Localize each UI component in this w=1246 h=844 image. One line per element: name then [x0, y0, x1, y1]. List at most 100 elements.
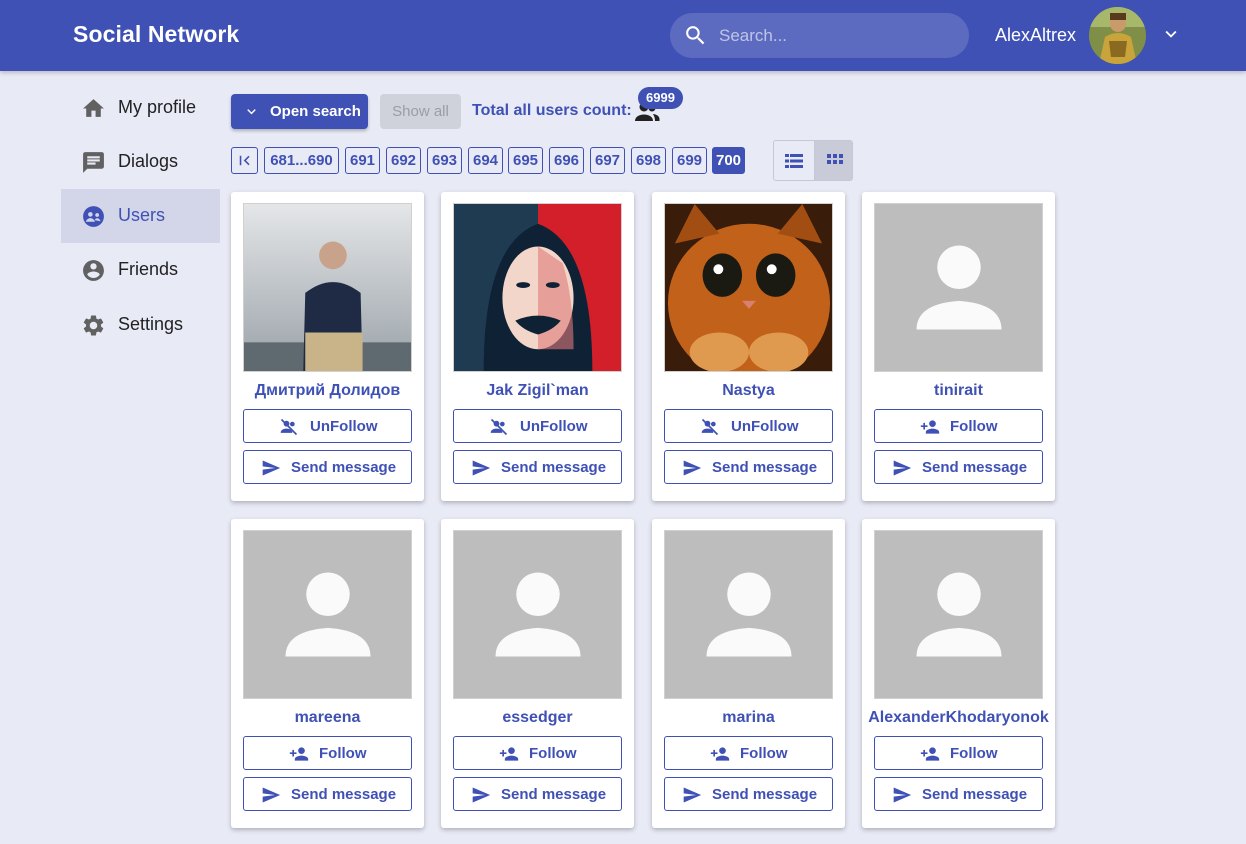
user-photo[interactable] [874, 530, 1043, 699]
user-avatar[interactable] [1089, 7, 1146, 64]
page-button-695[interactable]: 695 [508, 147, 543, 174]
follow-button[interactable]: Follow [874, 736, 1043, 770]
list-view-button[interactable] [774, 141, 814, 180]
user-photo[interactable] [453, 530, 622, 699]
person-add-icon [289, 747, 309, 761]
user-name[interactable]: essedger [441, 709, 634, 727]
sidebar-item-dialogs[interactable]: Dialogs [61, 135, 220, 189]
brand-title[interactable]: Social Network [73, 21, 239, 48]
chevron-down-icon [247, 109, 256, 115]
unfollow-button[interactable]: UnFollow [243, 409, 412, 443]
send-message-button[interactable]: Send message [664, 450, 833, 484]
send-message-label: Send message [712, 459, 818, 476]
sidebar-item-my-profile[interactable]: My profile [61, 81, 220, 135]
send-message-button[interactable]: Send message [664, 777, 833, 811]
user-card: marina Follow Send message [652, 519, 845, 828]
page-button-698[interactable]: 698 [631, 147, 666, 174]
send-message-button[interactable]: Send message [453, 777, 622, 811]
sidebar-item-label: Dialogs [118, 151, 179, 171]
page-range-button[interactable]: 681...690 [264, 147, 339, 174]
send-message-label: Send message [291, 459, 397, 476]
page-button-693[interactable]: 693 [427, 147, 462, 174]
list-icon [785, 154, 803, 168]
users-icon [83, 206, 104, 227]
default-avatar-icon [665, 531, 832, 698]
person-add-icon [499, 747, 519, 761]
page-button-691[interactable]: 691 [345, 147, 380, 174]
send-message-label: Send message [922, 459, 1028, 476]
follow-label: Follow [529, 745, 577, 762]
follow-label: Follow [950, 745, 998, 762]
user-photo[interactable] [243, 203, 412, 372]
user-photo[interactable] [243, 530, 412, 699]
follow-button[interactable]: Follow [874, 409, 1043, 443]
user-name[interactable]: tinirait [862, 382, 1055, 400]
user-photo[interactable] [664, 530, 833, 699]
send-message-button[interactable]: Send message [453, 450, 622, 484]
user-card: Nastya UnFollow Send message [652, 192, 845, 501]
gear-icon [83, 315, 104, 336]
user-card: Дмитрий Долидов UnFollow Send message [231, 192, 424, 501]
current-username[interactable]: AlexAltrex [995, 25, 1076, 46]
person-add-icon [920, 420, 940, 434]
user-name[interactable]: Nastya [652, 382, 845, 400]
search-box[interactable] [670, 13, 969, 58]
first-page-icon [239, 155, 250, 166]
sidebar-item-label: Settings [118, 314, 184, 334]
send-message-button[interactable]: Send message [243, 450, 412, 484]
page-button-699[interactable]: 699 [672, 147, 707, 174]
user-name[interactable]: mareena [231, 709, 424, 727]
user-name[interactable]: Дмитрий Долидов [231, 382, 424, 400]
user-name[interactable]: AlexanderKhodaryonok [862, 709, 1055, 727]
sidebar-item-users[interactable]: Users [61, 189, 220, 243]
follow-label: Follow [319, 745, 367, 762]
default-avatar-icon [875, 531, 1042, 698]
sidebar-item-settings[interactable]: Settings [61, 298, 220, 352]
page-button-694[interactable]: 694 [468, 147, 503, 174]
default-avatar-icon [244, 531, 411, 698]
user-photo[interactable] [664, 203, 833, 372]
unfollow-button[interactable]: UnFollow [664, 409, 833, 443]
send-icon [472, 787, 491, 803]
follow-button[interactable]: Follow [664, 736, 833, 770]
page-button-696[interactable]: 696 [549, 147, 584, 174]
unfollow-button[interactable]: UnFollow [453, 409, 622, 443]
search-input[interactable] [719, 22, 954, 49]
send-message-button[interactable]: Send message [874, 777, 1043, 811]
page-button-700[interactable]: 700 [712, 147, 745, 174]
send-message-label: Send message [922, 786, 1028, 803]
show-all-button[interactable]: Show all [380, 94, 461, 129]
view-toggle [773, 140, 853, 181]
user-name[interactable]: marina [652, 709, 845, 727]
page-button-697[interactable]: 697 [590, 147, 625, 174]
send-message-button[interactable]: Send message [874, 450, 1043, 484]
chat-icon [83, 152, 104, 173]
sidebar-item-label: My profile [118, 97, 197, 117]
send-message-button[interactable]: Send message [243, 777, 412, 811]
send-icon [893, 460, 912, 476]
user-name[interactable]: Jak Zigil`man [441, 382, 634, 400]
chevron-down-icon[interactable] [1160, 23, 1182, 45]
open-search-button[interactable]: Open search [231, 94, 368, 129]
user-photo[interactable] [453, 203, 622, 372]
page-button-692[interactable]: 692 [386, 147, 421, 174]
grid-view-button[interactable] [814, 141, 852, 180]
first-page-button[interactable] [231, 147, 258, 174]
send-icon [262, 787, 281, 803]
send-message-label: Send message [501, 786, 607, 803]
sidebar-item-friends[interactable]: Friends [61, 243, 220, 297]
send-icon [683, 460, 702, 476]
send-icon [262, 460, 281, 476]
send-icon [683, 787, 702, 803]
send-icon [472, 460, 491, 476]
open-search-label: Open search [270, 103, 361, 120]
search-icon [686, 26, 705, 45]
user-photo[interactable] [874, 203, 1043, 372]
follow-button[interactable]: Follow [243, 736, 412, 770]
user-card: Jak Zigil`man UnFollow Send message [441, 192, 634, 501]
send-message-label: Send message [712, 786, 818, 803]
person-remove-icon [701, 418, 719, 436]
follow-button[interactable]: Follow [453, 736, 622, 770]
total-users-badge: 6999 [638, 87, 683, 109]
user-card: essedger Follow Send message [441, 519, 634, 828]
